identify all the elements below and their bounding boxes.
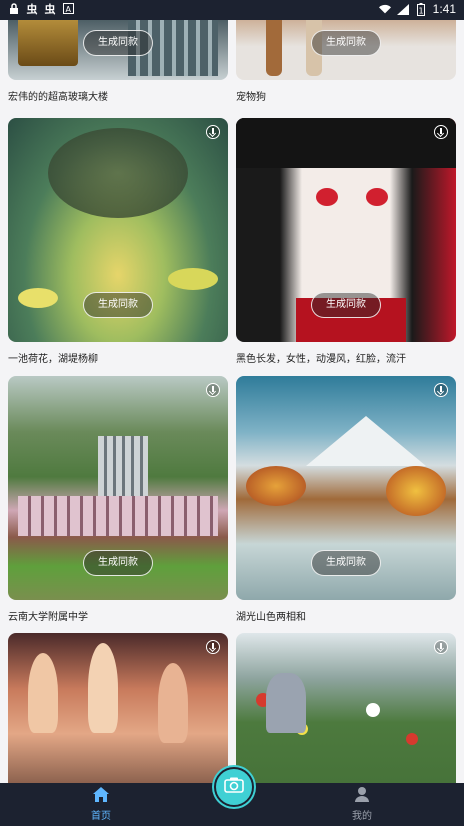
feed-card[interactable]: 生成同款 宠物狗 xyxy=(236,20,456,103)
camera-button[interactable] xyxy=(214,767,254,807)
card-image[interactable] xyxy=(8,633,228,783)
card-image[interactable]: 生成同款 xyxy=(8,376,228,600)
nav-mine[interactable]: 我的 xyxy=(332,787,392,822)
camera-icon xyxy=(224,777,244,797)
feed-card[interactable]: 生成同款 一池荷花，湖堤杨柳 xyxy=(8,118,228,365)
clock: 1:41 xyxy=(432,2,456,16)
font-icon: A xyxy=(62,2,74,15)
card-image[interactable]: 生成同款 xyxy=(8,118,228,342)
nav-mine-label: 我的 xyxy=(352,811,372,822)
app-icon: 虫 xyxy=(26,2,38,16)
svg-text:1: 1 xyxy=(418,6,423,15)
card-caption: 宠物狗 xyxy=(236,92,266,103)
card-image[interactable]: 生成同款 xyxy=(236,118,456,342)
generate-same-button[interactable]: 生成同款 xyxy=(311,550,381,576)
card-caption: 一池荷花，湖堤杨柳 xyxy=(8,354,98,365)
generate-same-button[interactable]: 生成同款 xyxy=(83,30,153,56)
lock-icon xyxy=(8,2,20,15)
feed-card[interactable]: 生成同款 云南大学附属中学 xyxy=(8,376,228,623)
download-icon[interactable] xyxy=(206,640,220,654)
generate-same-button[interactable]: 生成同款 xyxy=(311,292,381,318)
wifi-icon xyxy=(378,3,391,16)
generate-same-button[interactable]: 生成同款 xyxy=(83,292,153,318)
generate-same-button[interactable]: 生成同款 xyxy=(83,550,153,576)
download-icon[interactable] xyxy=(434,640,448,654)
app-icon: 虫 xyxy=(44,2,56,16)
card-caption: 云南大学附属中学 xyxy=(8,612,88,623)
feed-card[interactable] xyxy=(8,633,228,783)
download-icon[interactable] xyxy=(206,125,220,139)
card-caption: 黑色长发，女性，动漫风，红脸，流汗 xyxy=(236,354,406,365)
user-icon xyxy=(355,787,369,805)
svg-text:A: A xyxy=(65,5,71,14)
card-caption: 湖光山色两相和 xyxy=(236,612,306,623)
feed-card[interactable] xyxy=(236,633,456,783)
feed-card[interactable]: 生成同款 宏伟的的超高玻璃大楼 xyxy=(8,20,228,103)
home-icon xyxy=(93,787,109,805)
card-image[interactable]: 生成同款 xyxy=(236,20,456,80)
nav-home-label: 首页 xyxy=(91,811,111,822)
image-feed[interactable]: 生成同款 宏伟的的超高玻璃大楼 生成同款 宠物狗 生成同款 一池荷花，湖堤杨柳 xyxy=(0,20,464,783)
card-image[interactable]: 生成同款 xyxy=(8,20,228,80)
card-image[interactable]: 生成同款 xyxy=(236,376,456,600)
card-caption: 宏伟的的超高玻璃大楼 xyxy=(8,92,108,103)
battery-icon: 1 xyxy=(415,2,427,16)
download-icon[interactable] xyxy=(434,125,448,139)
generate-same-button[interactable]: 生成同款 xyxy=(311,30,381,56)
signal-icon xyxy=(396,3,409,16)
status-bar: 虫 虫 A 1 1:41 xyxy=(0,0,464,20)
nav-home[interactable]: 首页 xyxy=(71,787,131,822)
feed-card[interactable]: 生成同款 黑色长发，女性，动漫风，红脸，流汗 xyxy=(236,118,456,365)
feed-card[interactable]: 生成同款 湖光山色两相和 xyxy=(236,376,456,623)
card-image[interactable] xyxy=(236,633,456,783)
download-icon[interactable] xyxy=(434,383,448,397)
download-icon[interactable] xyxy=(206,383,220,397)
